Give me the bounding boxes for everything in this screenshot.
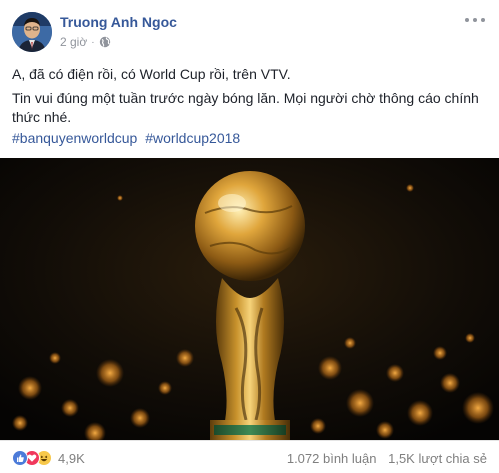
facebook-post: Truong Anh Ngoc 2 giờ · A, đã có điện rồ… (0, 0, 499, 473)
engagement-stats: 1.072 bình luận 1,5K lượt chia sẻ (287, 451, 487, 466)
post-meta: 2 giờ · (60, 35, 111, 49)
post-photo[interactable] (0, 158, 499, 440)
reactions-summary[interactable]: 4,9K (12, 450, 85, 466)
comments-count-link[interactable]: 1.072 bình luận (287, 451, 377, 466)
post-timestamp[interactable]: 2 giờ (60, 35, 87, 49)
hashtags: #banquyenworldcup #worldcup2018 (12, 130, 244, 146)
reaction-count[interactable]: 4,9K (58, 451, 85, 466)
author-name-link[interactable]: Truong Anh Ngoc (60, 14, 177, 30)
globe-icon[interactable] (99, 36, 111, 48)
author-avatar[interactable] (12, 12, 52, 52)
like-icon (12, 450, 28, 466)
hashtag-link[interactable]: #worldcup2018 (145, 130, 240, 146)
hashtag-link[interactable]: #banquyenworldcup (12, 130, 137, 146)
meta-separator: · (91, 36, 95, 48)
post-footer: 4,9K 1.072 bình luận 1,5K lượt chia sẻ (0, 440, 499, 473)
shares-count-link[interactable]: 1,5K lượt chia sẻ (388, 451, 487, 466)
post-paragraph-2: Tin vui đúng một tuần trước ngày bóng lă… (12, 90, 479, 125)
post-paragraph-1: A, đã có điện rồi, có World Cup rồi, trê… (12, 66, 291, 82)
more-options-icon[interactable] (465, 14, 485, 26)
